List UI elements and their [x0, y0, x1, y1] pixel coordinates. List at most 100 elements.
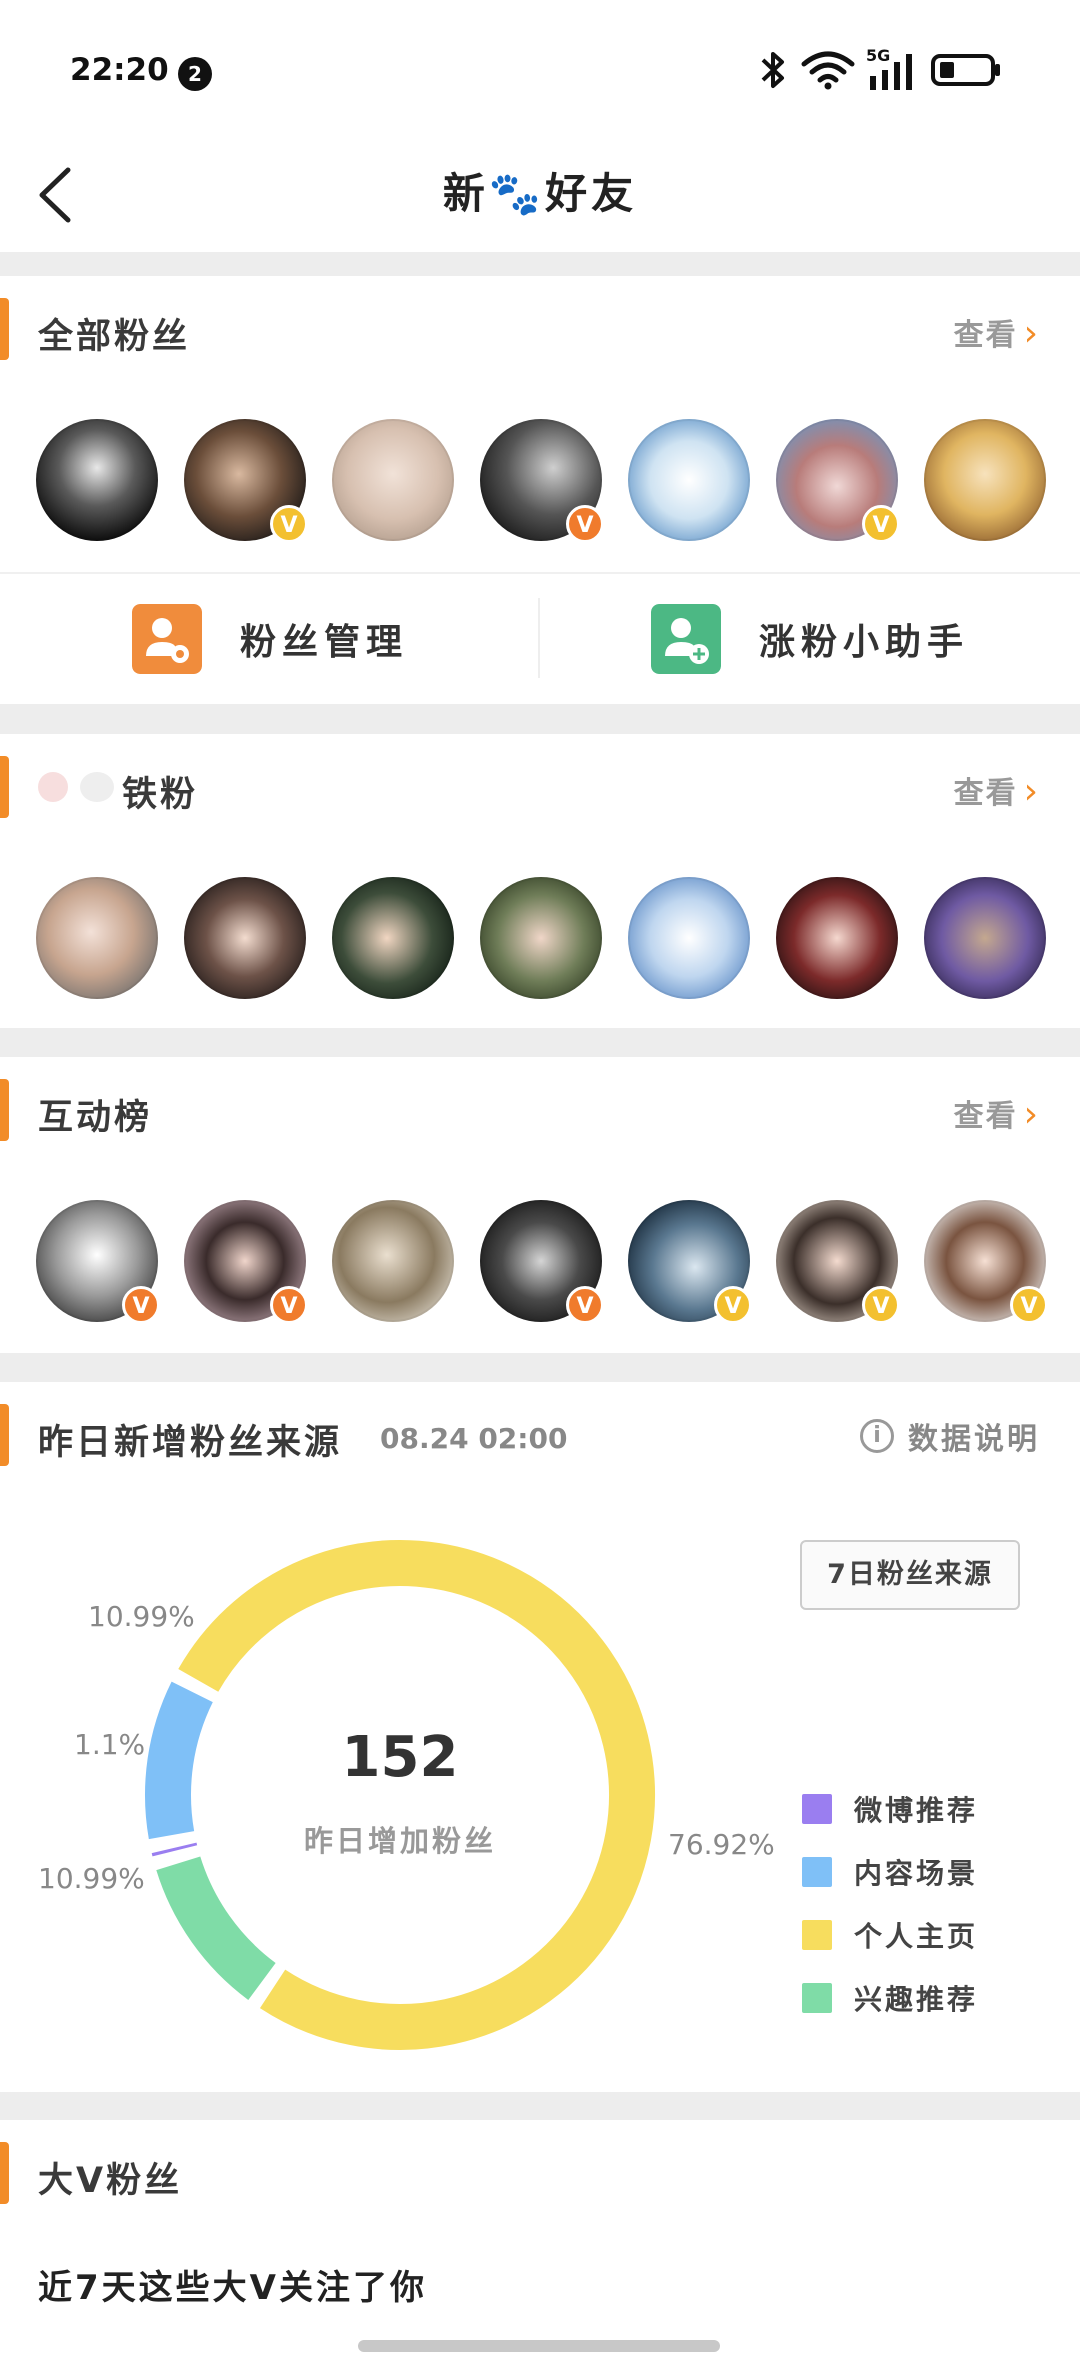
legend-weibo: 微博推荐 — [802, 1791, 978, 1827]
user-settings-icon — [131, 604, 202, 674]
fan-management-label: 粉丝管理 — [239, 622, 408, 663]
fan-avatar[interactable] — [36, 419, 158, 541]
section-title-big-v: 大V粉丝 — [38, 2161, 183, 2201]
big-v-subtitle: 近7天这些大V关注了你 — [38, 2268, 427, 2308]
fan-avatar[interactable] — [332, 877, 454, 999]
slice-label-weibo: 1.1% — [74, 1728, 146, 1761]
legend-content: 内容场景 — [802, 1854, 978, 1890]
donut-slice-interest — [156, 1856, 277, 2000]
fan-source-donut-chart — [145, 1540, 655, 2050]
fan-avatar[interactable] — [924, 877, 1046, 999]
data-explanation-link[interactable]: i 数据说明 — [860, 1414, 1040, 1458]
fan-avatar[interactable] — [184, 877, 306, 999]
verified-badge: V — [566, 505, 604, 543]
home-indicator[interactable] — [358, 2340, 720, 2352]
legend-homepage: 个人主页 — [802, 1917, 978, 1953]
section-accent — [0, 1079, 9, 1141]
verified-badge: V — [566, 1286, 604, 1324]
view-link-label: 查看 — [953, 318, 1018, 353]
view-interaction-link[interactable]: 查看 › — [954, 1091, 1040, 1135]
nav-bar: 新🐾好友 — [0, 140, 1080, 252]
legend-label: 个人主页 — [854, 1920, 979, 1953]
donut-center-label: 昨日增加粉丝 — [303, 1824, 496, 1858]
page-title: 新🐾好友 — [442, 169, 638, 218]
legend-swatch — [802, 1983, 832, 2013]
fan-growth-assistant-button[interactable]: 涨粉小助手 — [540, 574, 1080, 704]
fan-avatar[interactable] — [924, 419, 1046, 541]
big-v-fans-card: 大V粉丝 近7天这些大V关注了你 — [0, 2120, 1080, 2373]
donut-slice-weibo — [151, 1842, 198, 1857]
legend-swatch — [802, 1857, 832, 1887]
view-link-label: 查看 — [953, 1099, 1018, 1134]
fan-avatar[interactable]: V — [184, 419, 308, 543]
source-timestamp: 08.24 02:00 — [380, 1422, 568, 1455]
all-fans-card: 全部粉丝 查看 › V V V 粉丝管理 涨粉小助手 — [0, 276, 1080, 704]
iron-fans-avatar-row — [36, 877, 1046, 1001]
slice-label-homepage: 76.92% — [668, 1828, 775, 1861]
fan-avatar[interactable]: V — [776, 1200, 900, 1324]
legend-interest: 兴趣推荐 — [802, 1980, 978, 2016]
verified-badge: V — [862, 505, 900, 543]
status-time: 22:20 — [70, 52, 169, 88]
signal-icon — [870, 54, 912, 90]
slice-label-content: 10.99% — [88, 1600, 195, 1633]
fan-avatar[interactable] — [480, 877, 602, 999]
chevron-right-icon: › — [1023, 771, 1040, 812]
section-accent — [0, 298, 9, 360]
view-iron-fans-link[interactable]: 查看 › — [954, 768, 1040, 812]
interaction-ranking-card: 互动榜 查看 › V V V V V V — [0, 1057, 1080, 1353]
status-bar: 22:20 2 5G — [0, 0, 1080, 140]
wifi-icon — [801, 51, 855, 90]
data-explanation-label: 数据说明 — [908, 1422, 1040, 1457]
fan-avatar[interactable]: V — [480, 419, 604, 543]
view-all-fans-link[interactable]: 查看 › — [954, 310, 1040, 354]
notification-count-badge: 2 — [178, 57, 212, 91]
battery-icon — [931, 54, 1000, 86]
fan-avatar[interactable] — [628, 419, 750, 541]
verified-badge: V — [862, 1286, 900, 1324]
iron-fans-card: 铁粉 查看 › — [0, 734, 1080, 1028]
fan-avatar[interactable]: V — [36, 1200, 160, 1324]
section-title-fan-source: 昨日新增粉丝来源 — [38, 1423, 343, 1463]
slice-label-interest: 10.99% — [38, 1862, 145, 1895]
section-accent — [0, 756, 9, 818]
user-add-icon — [650, 604, 721, 674]
seven-day-fan-source-button[interactable]: 7日粉丝来源 — [800, 1540, 1020, 1610]
chevron-right-icon: › — [1023, 1094, 1040, 1135]
verified-badge: V — [122, 1286, 160, 1324]
fan-avatar[interactable] — [332, 1200, 454, 1322]
paw-emoji-icon — [80, 772, 114, 802]
section-title-all-fans: 全部粉丝 — [38, 317, 191, 357]
legend-swatch — [802, 1920, 832, 1950]
info-icon: i — [860, 1419, 894, 1453]
section-title-iron-fans: 铁粉 — [122, 775, 199, 815]
view-link-label: 查看 — [953, 776, 1018, 811]
legend-swatch — [802, 1794, 832, 1824]
legend-label: 微博推荐 — [854, 1794, 979, 1827]
legend-label: 内容场景 — [854, 1857, 979, 1890]
fan-avatar[interactable]: V — [776, 419, 900, 543]
section-title-interaction: 互动榜 — [38, 1098, 153, 1138]
legend-label: 兴趣推荐 — [854, 1983, 979, 2016]
fan-avatar[interactable]: V — [924, 1200, 1048, 1324]
all-fans-avatar-row: V V V — [36, 419, 1046, 543]
donut-slice-content — [145, 1681, 213, 1840]
fan-avatar[interactable]: V — [184, 1200, 308, 1324]
verified-badge: V — [270, 1286, 308, 1324]
verified-badge: V — [714, 1286, 752, 1324]
verified-badge: V — [270, 505, 308, 543]
fan-avatar[interactable] — [776, 877, 898, 999]
heart-emoji-icon — [38, 772, 68, 802]
bluetooth-icon — [761, 52, 784, 88]
fan-avatar[interactable]: V — [628, 1200, 752, 1324]
fan-avatar[interactable]: V — [480, 1200, 604, 1324]
fan-growth-assistant-label: 涨粉小助手 — [758, 622, 969, 663]
fan-avatar[interactable] — [36, 877, 158, 999]
chevron-right-icon: › — [1023, 313, 1040, 354]
fan-avatar[interactable] — [332, 419, 454, 541]
section-accent — [0, 1404, 9, 1466]
fan-management-button[interactable]: 粉丝管理 — [0, 574, 540, 704]
fan-avatar[interactable] — [628, 877, 750, 999]
donut-center-value: 152 — [341, 1725, 459, 1790]
interaction-avatar-row: V V V V V V — [36, 1200, 1048, 1324]
